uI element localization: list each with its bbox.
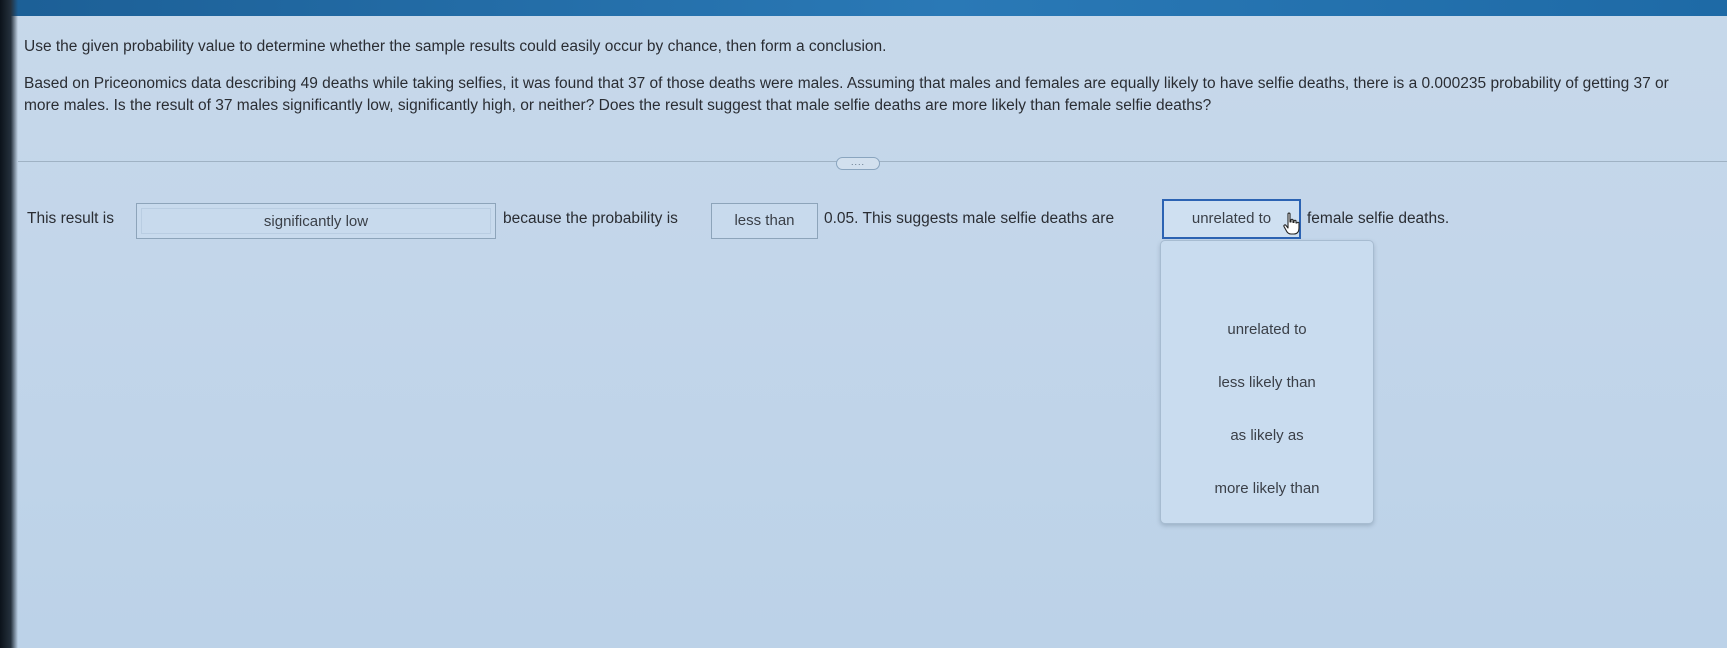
dropdown-option-as-likely[interactable]: as likely as (1161, 427, 1373, 444)
answer-text-4: female selfie deaths. (1307, 210, 1450, 227)
top-header-bar (0, 0, 1727, 16)
likelihood-value: unrelated to (1191, 210, 1272, 227)
expand-more-button[interactable]: .... (836, 157, 880, 170)
likelihood-dropdown-menu: unrelated to less likely than as likely … (1160, 240, 1374, 524)
answer-text-3: 0.05. This suggests male selfie deaths a… (824, 210, 1115, 227)
dropdown-option-unrelated[interactable]: unrelated to (1161, 321, 1373, 338)
answer-text-2: because the probability is (503, 210, 678, 227)
probability-comparison-select[interactable]: less than (711, 203, 818, 239)
likelihood-select[interactable]: unrelated to (1162, 199, 1301, 239)
dropdown-option-less-likely[interactable]: less likely than (1161, 374, 1373, 391)
answer-text-1: This result is (27, 210, 114, 227)
result-significance-value: significantly low (141, 208, 491, 234)
result-significance-select[interactable]: significantly low (136, 203, 496, 239)
screen: Use the given probability value to deter… (0, 0, 1727, 648)
probability-comparison-value: less than (734, 212, 795, 229)
screen-bezel (0, 0, 18, 648)
problem-statement: Based on Priceonomics data describing 49… (24, 75, 1669, 114)
instruction-text: Use the given probability value to deter… (24, 38, 887, 55)
hand-pointer-icon (1283, 212, 1300, 235)
dropdown-option-more-likely[interactable]: more likely than (1161, 480, 1373, 497)
